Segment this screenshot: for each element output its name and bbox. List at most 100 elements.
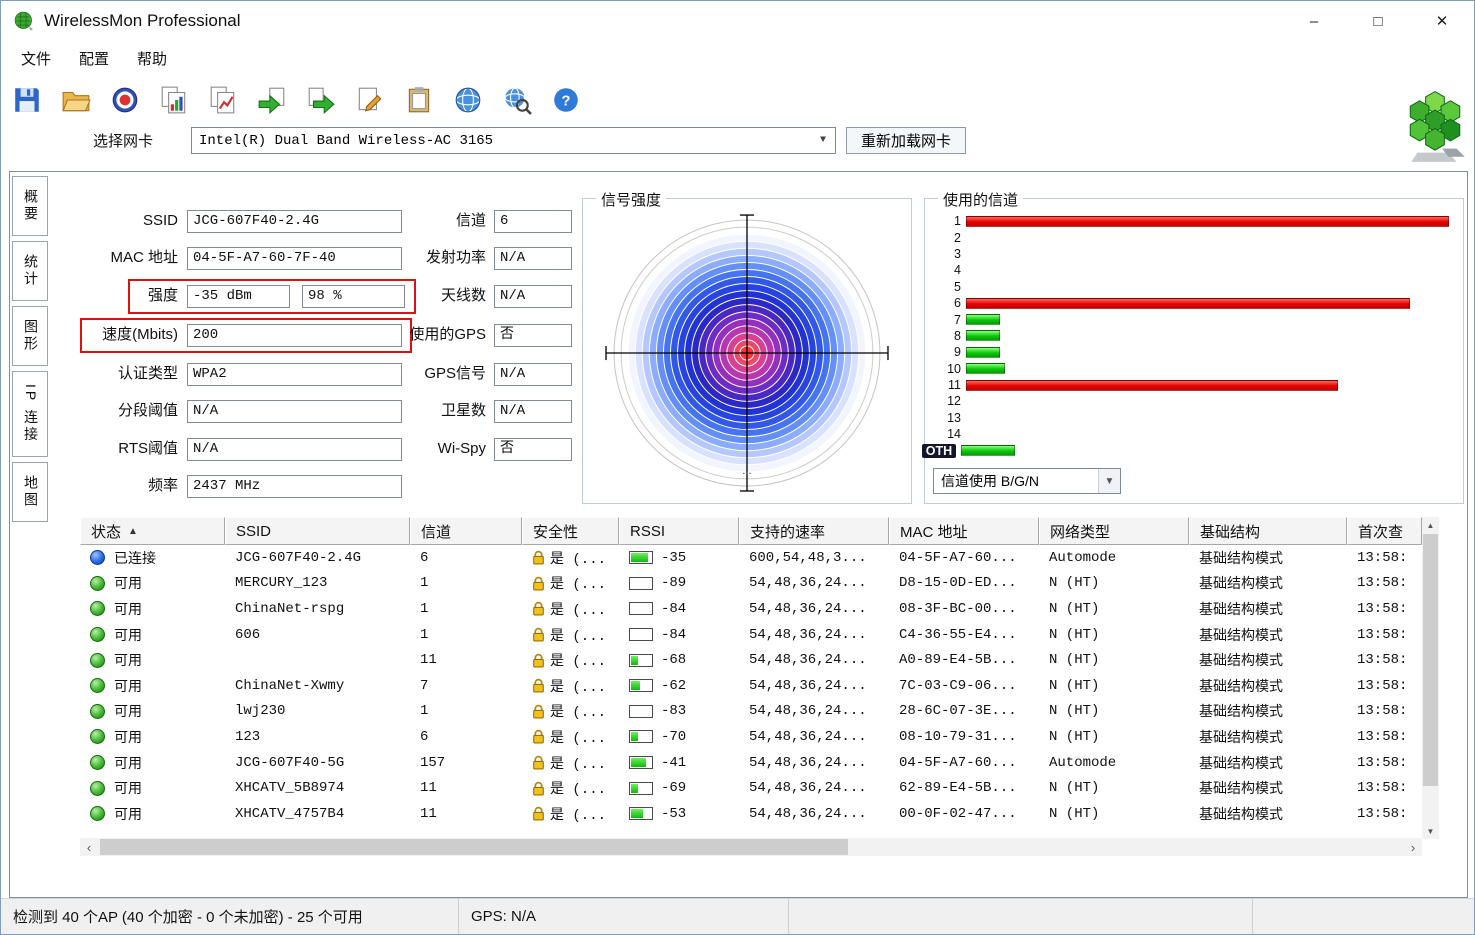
- maximize-button[interactable]: □: [1346, 1, 1410, 41]
- table-row[interactable]: 可用ChinaNet-rspg1是 (...-8454,48,36,24...0…: [80, 596, 1422, 622]
- column-header-3[interactable]: 安全性: [522, 517, 619, 545]
- import-button[interactable]: [252, 81, 292, 119]
- channel-bar-track: [966, 396, 1449, 407]
- infrastructure-cell: 基础结构模式: [1189, 622, 1347, 648]
- mac-cell: 08-3F-BC-00...: [889, 596, 1039, 622]
- strength-label: 强度: [18, 285, 178, 307]
- channel-label: 8: [933, 329, 961, 343]
- close-button[interactable]: ✕: [1410, 1, 1474, 41]
- column-header-4[interactable]: RSSI: [619, 517, 739, 545]
- security-cell: 是 (...: [522, 545, 619, 571]
- status-cell: 可用: [80, 571, 225, 597]
- strength-dbm-field: -35 dBm: [187, 285, 290, 308]
- menu-config[interactable]: 配置: [65, 43, 123, 74]
- scroll-right-icon[interactable]: ›: [1404, 838, 1422, 856]
- copy-chart-button[interactable]: [203, 81, 243, 119]
- table-row[interactable]: 可用JCG-607F40-5G157是 (...-4154,48,36,24..…: [80, 750, 1422, 776]
- channel-cell: 1: [410, 571, 522, 597]
- title-bar: WirelessMon Professional – □ ✕: [1, 1, 1474, 41]
- menu-help[interactable]: 帮助: [123, 43, 181, 74]
- passmark-logo: [1400, 89, 1470, 170]
- column-header-8[interactable]: 基础结构: [1189, 517, 1347, 545]
- column-header-0[interactable]: 状态▲: [80, 517, 225, 545]
- table-row[interactable]: 可用lwj2301是 (...-8354,48,36,24...28-6C-07…: [80, 699, 1422, 725]
- horizontal-scrollbar[interactable]: ‹ ›: [80, 838, 1422, 856]
- save-button[interactable]: [7, 81, 47, 119]
- vertical-scroll-thumb[interactable]: [1423, 534, 1438, 786]
- open-button[interactable]: [56, 81, 96, 119]
- channel-label: 14: [933, 427, 961, 441]
- status-cell: 可用: [80, 724, 225, 750]
- column-header-9[interactable]: 首次查: [1347, 517, 1422, 545]
- scroll-left-icon[interactable]: ‹: [80, 838, 98, 856]
- first-seen-cell: 13:58:: [1347, 750, 1422, 776]
- clipboard-button[interactable]: [399, 81, 439, 119]
- lock-icon: [532, 601, 545, 616]
- lock-icon: [532, 755, 545, 770]
- channel-usage-panel: 使用的信道 1234567891011121314OTH 信道使用 B/G/N …: [924, 198, 1464, 504]
- channel-label: OTH: [922, 444, 956, 458]
- status-icon: [90, 729, 105, 744]
- reload-adapter-button[interactable]: 重新加载网卡: [846, 127, 966, 154]
- rates-cell: 600,54,48,3...: [739, 545, 889, 571]
- table-row[interactable]: 可用XHCATV_4757B411是 (...-5354,48,36,24...…: [80, 801, 1422, 827]
- security-cell: 是 (...: [522, 724, 619, 750]
- ap-table-body: 已连接JCG-607F40-2.4G6是 (...-35600,54,48,3.…: [80, 545, 1422, 827]
- adapter-select[interactable]: Intel(R) Dual Band Wireless-AC 3165 ▼: [191, 127, 836, 154]
- first-seen-cell: 13:58:: [1347, 801, 1422, 827]
- web-button[interactable]: [448, 81, 488, 119]
- status-icon: [90, 755, 105, 770]
- signal-strength-panel: 信号强度 ...: [582, 198, 912, 504]
- edit-button[interactable]: [350, 81, 390, 119]
- column-header-5[interactable]: 支持的速率: [739, 517, 889, 545]
- rssi-cell: -35: [619, 545, 739, 571]
- channel-label: 10: [933, 362, 961, 376]
- horizontal-scroll-thumb[interactable]: [100, 839, 848, 855]
- channel-row: 1: [933, 213, 1449, 229]
- export-button[interactable]: [301, 81, 341, 119]
- scroll-down-icon[interactable]: ▼: [1422, 823, 1439, 839]
- wispy-label: Wi-Spy: [310, 438, 486, 460]
- status-cell: 可用: [80, 775, 225, 801]
- status-bar: 检测到 40 个AP (40 个加密 - 0 个未加密) - 25 个可用 GP…: [1, 898, 1474, 934]
- channel-row: 7: [933, 311, 1449, 327]
- minimize-button[interactable]: –: [1282, 1, 1346, 41]
- column-header-6[interactable]: MAC 地址: [889, 517, 1039, 545]
- first-seen-cell: 13:58:: [1347, 724, 1422, 750]
- rssi-cell: -84: [619, 596, 739, 622]
- table-row[interactable]: 可用MERCURY_1231是 (...-8954,48,36,24...D8-…: [80, 571, 1422, 597]
- menu-file[interactable]: 文件: [7, 43, 65, 74]
- table-row[interactable]: 可用ChinaNet-Xwmy7是 (...-6254,48,36,24...7…: [80, 673, 1422, 699]
- table-row[interactable]: 已连接JCG-607F40-2.4G6是 (...-35600,54,48,3.…: [80, 545, 1422, 571]
- column-header-1[interactable]: SSID: [225, 517, 410, 545]
- channel-label: 3: [933, 247, 961, 261]
- help-button[interactable]: ?: [546, 81, 586, 119]
- rssi-cell: -68: [619, 647, 739, 673]
- radar-note: ...: [742, 465, 751, 477]
- channel-bar-track: [966, 363, 1449, 374]
- web-search-button[interactable]: [497, 81, 537, 119]
- net-type-cell: N (HT): [1039, 622, 1189, 648]
- table-row[interactable]: 可用6061是 (...-8454,48,36,24...C4-36-55-E4…: [80, 622, 1422, 648]
- column-header-2[interactable]: 信道: [410, 517, 522, 545]
- copy-graph-button[interactable]: [154, 81, 194, 119]
- rssi-bar: [629, 807, 653, 820]
- channel-bar: [966, 216, 1449, 227]
- channel-row: 8: [933, 328, 1449, 344]
- mac-cell: 62-89-E4-5B...: [889, 775, 1039, 801]
- first-seen-cell: 13:58:: [1347, 596, 1422, 622]
- vertical-scrollbar[interactable]: ▲ ▼: [1422, 517, 1439, 839]
- globe-icon: [453, 85, 483, 115]
- rates-cell: 54,48,36,24...: [739, 801, 889, 827]
- table-row[interactable]: 可用XHCATV_5B897411是 (...-6954,48,36,24...…: [80, 775, 1422, 801]
- channel-bar-track: [966, 314, 1449, 325]
- table-row[interactable]: 可用11是 (...-6854,48,36,24...A0-89-E4-5B..…: [80, 647, 1422, 673]
- adapter-label: 选择网卡: [93, 130, 153, 151]
- mac-cell: D8-15-0D-ED...: [889, 571, 1039, 597]
- target-button[interactable]: [105, 81, 145, 119]
- column-header-7[interactable]: 网络类型: [1039, 517, 1189, 545]
- channel-label: 11: [933, 378, 961, 392]
- scroll-up-icon[interactable]: ▲: [1422, 517, 1439, 533]
- table-row[interactable]: 可用1236是 (...-7054,48,36,24...08-10-79-31…: [80, 724, 1422, 750]
- channel-mode-select[interactable]: 信道使用 B/G/N ▼: [933, 468, 1121, 494]
